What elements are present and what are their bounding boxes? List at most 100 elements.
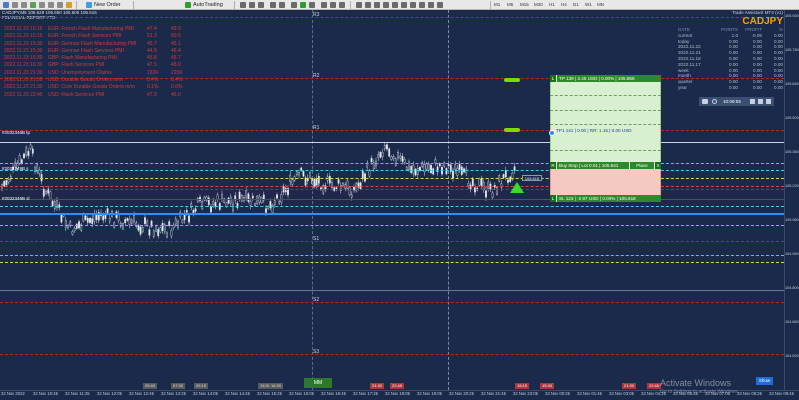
timeframe-h4[interactable]: H4 [561,1,567,9]
channel-icon[interactable] [401,2,407,8]
take-profit-zone[interactable] [550,75,661,166]
news-date: 2022.11.23 16:30 [4,62,43,69]
settings-icon[interactable] [712,99,717,104]
periods-icon[interactable] [330,2,336,8]
stop-loss-zone[interactable] [550,166,661,196]
price-axis[interactable] [784,10,799,390]
toolbar-separator [76,1,77,9]
bar-chart-icon[interactable] [240,2,246,8]
trendline-icon[interactable] [392,2,398,8]
news-forecast: 45.1 [171,40,181,47]
pivot-s1-label: S1 [313,236,320,242]
indicators-icon[interactable] [321,2,327,8]
news-row: 2022.11.23 16:30 GBP: Flash Manufacturing… [4,55,183,62]
new-order-button[interactable]: New Order [94,1,121,9]
news-date: 2022.11.23 15:30 [4,47,43,54]
entry-left-button[interactable]: R [550,162,557,169]
candle-body [238,191,241,200]
time-tick: 22 Nov 19:05 [417,391,442,396]
chart-shift-icon[interactable] [309,2,315,8]
tp-drag-handle[interactable] [504,78,520,82]
timeframe-w1[interactable]: W1 [585,1,592,9]
line-chart-icon[interactable] [258,2,264,8]
editor-icon[interactable] [66,2,72,8]
templates-icon[interactable] [339,2,345,8]
candle-body [71,231,74,235]
timeframe-h1[interactable]: H1 [549,1,555,9]
vertical-line-icon[interactable] [374,2,380,8]
timeframe-m30[interactable]: M30 [534,1,543,9]
terminal-icon[interactable] [48,2,54,8]
candles-icon[interactable] [249,2,255,8]
minimize-icon[interactable] [750,99,755,104]
pivot-r1-line [0,130,784,131]
arrows-icon[interactable] [437,2,443,8]
order-tag-tp[interactable]: #2032346B tp [2,130,30,135]
candle-body [194,208,197,212]
tp1-drag-handle[interactable] [504,128,520,132]
sl-bar[interactable]: L SL 123 | -2.87 USD | 0.00% | 105.518 [550,195,661,202]
text-icon[interactable] [419,2,425,8]
session-marker: 05:40 [143,383,158,389]
zoom-in-icon[interactable] [270,2,276,8]
close-icon[interactable] [766,99,771,104]
camera-icon[interactable] [702,99,708,104]
navigator-icon[interactable] [39,2,45,8]
show-button[interactable]: Show [756,377,773,385]
timeframe-m1[interactable]: M1 [494,1,500,9]
candle-body [383,145,386,149]
layout-icon[interactable] [758,99,763,104]
candle-body [295,171,298,175]
close-panel-button[interactable]: X [654,162,661,169]
current-price-line [0,213,784,215]
pivot-s1-line [0,241,784,242]
news-forecast: 48.0 [171,62,181,69]
money-management-button[interactable]: MM [304,378,332,388]
toolbar: New Order AutoTrading M1 M5 M15 M30 H1 H… [0,0,799,10]
tester-icon[interactable] [57,2,63,8]
autotrading-button[interactable]: AutoTrading [193,1,223,9]
tp-bar[interactable]: L TP 139 | 2.45 USD | 0.00% | 105.868 [550,75,661,82]
time-tick: 22 Nov 13:25 [161,391,186,396]
autoscroll-icon[interactable] [300,2,306,8]
news-forecast: 0.0% [171,84,183,91]
timeframe-d1[interactable]: D1 [573,1,579,9]
cursor-icon[interactable] [356,2,362,8]
candle-body [337,179,340,184]
timeframe-m5[interactable]: M5 [507,1,513,9]
order-tag-sl[interactable]: #2032349B sl [2,196,30,201]
tp1-marker-icon[interactable] [549,130,555,136]
news-actual: 45.7 [147,40,157,47]
autotrading-icon [185,2,191,8]
zoom-out-icon[interactable] [279,2,285,8]
candle-body [157,229,160,237]
sl-bar-text: SL 123 | -2.87 USD | 0.00% | 105.518 [559,196,636,201]
sl-left-button[interactable]: L [550,195,557,202]
candle-body [480,178,483,186]
tp-left-button[interactable]: L [550,75,557,82]
candle-body [392,156,395,159]
pivot-s2-line [0,302,784,303]
order-tag-stop[interactable]: #2032349B s [2,166,29,171]
time-tick: 23 Nov 09:45 [769,391,794,396]
news-date: 2022.11.23 15:15 [4,26,43,32]
entry-bar[interactable]: R Buy Stop | Lot 0.01 | 105.641 Place X [550,162,661,169]
indicator-icon[interactable] [30,2,36,8]
timeframe-mn[interactable]: MN [597,1,604,9]
pan-icon[interactable] [21,2,27,8]
news-forecast: 225K [171,69,183,76]
crosshair-icon[interactable] [365,2,371,8]
chart-icon[interactable] [3,2,9,8]
place-order-button[interactable]: Place [629,162,654,169]
zoom-icon[interactable] [12,2,18,8]
tile-icon[interactable] [291,2,297,8]
label-icon[interactable] [428,2,434,8]
time-tick: 22 Nov 12:05 [97,391,122,396]
fibonacci-icon[interactable] [410,2,416,8]
news-row: 2022.11.23 15:30 EUR: German Flash Servic… [4,48,183,55]
candle-body [390,156,393,160]
horizontal-line-icon[interactable] [383,2,389,8]
timeframe-m15[interactable]: M15 [520,1,529,9]
level-line-cyan [0,170,784,171]
session-marker: 07:30 [171,383,186,389]
